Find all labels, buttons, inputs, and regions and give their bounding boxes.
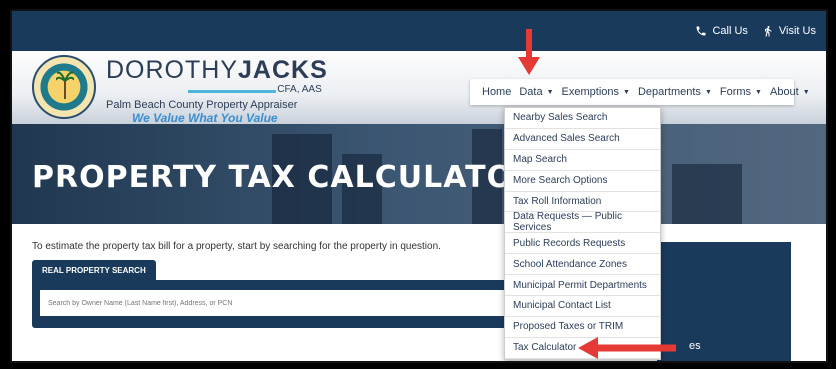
data-dropdown-menu: Nearby Sales Search Advanced Sales Searc… bbox=[504, 107, 661, 360]
menu-item-proposed-taxes-trim[interactable]: Proposed Taxes or TRIM bbox=[505, 317, 660, 338]
caret-down-icon: ▼ bbox=[546, 88, 554, 96]
intro-text: To estimate the property tax bill for a … bbox=[32, 241, 441, 252]
appraiser-name: DOROTHYJACKS bbox=[106, 56, 328, 84]
menu-item-tax-roll-information[interactable]: Tax Roll Information bbox=[505, 192, 660, 213]
brand-subtitle: Palm Beach County Property Appraiser bbox=[106, 99, 298, 111]
call-us-link[interactable]: Call Us bbox=[695, 25, 748, 37]
menu-item-school-attendance-zones[interactable]: School Attendance Zones bbox=[505, 254, 660, 276]
nav-item-exemptions[interactable]: Exemptions ▼ bbox=[562, 86, 630, 98]
credentials: CFA, AAS bbox=[277, 84, 322, 95]
site-header: DOROTHYJACKS CFA, AAS Palm Beach County … bbox=[12, 51, 826, 125]
top-bar: Call Us Visit Us bbox=[12, 11, 826, 51]
building-silhouette bbox=[672, 164, 742, 224]
menu-item-public-records-requests[interactable]: Public Records Requests bbox=[505, 233, 660, 255]
menu-item-advanced-sales-search[interactable]: Advanced Sales Search bbox=[505, 129, 660, 150]
side-panel-text: es bbox=[689, 340, 701, 352]
nav-item-data[interactable]: Data ▼ bbox=[519, 86, 553, 98]
walking-person-icon bbox=[764, 26, 772, 37]
county-seal-logo[interactable] bbox=[32, 55, 96, 119]
nav-item-forms[interactable]: Forms ▼ bbox=[720, 86, 762, 98]
menu-item-municipal-permit-departments[interactable]: Municipal Permit Departments bbox=[505, 275, 660, 297]
visit-us-link[interactable]: Visit Us bbox=[762, 25, 816, 37]
menu-item-data-requests[interactable]: Data Requests — Public Services bbox=[505, 211, 660, 233]
caret-down-icon: ▼ bbox=[623, 88, 630, 96]
menu-item-municipal-contact-list[interactable]: Municipal Contact List bbox=[505, 296, 660, 317]
caret-down-icon: ▼ bbox=[704, 88, 712, 96]
search-panel bbox=[32, 280, 532, 328]
phone-icon bbox=[696, 26, 706, 36]
visit-us-label: Visit Us bbox=[778, 25, 816, 37]
nav-item-departments[interactable]: Departments ▼ bbox=[638, 86, 712, 98]
brand-tagline: We Value What You Value bbox=[132, 111, 278, 125]
hero-banner: PROPERTY TAX CALCULATOR bbox=[12, 124, 826, 224]
menu-item-tax-calculator[interactable]: Tax Calculator bbox=[505, 338, 660, 359]
caret-down-icon: ▼ bbox=[802, 88, 810, 96]
main-nav: Home Data ▼ Exemptions ▼ Departments ▼ Form… bbox=[470, 79, 810, 105]
nav-item-home[interactable]: Home bbox=[482, 86, 511, 98]
tab-real-property-search[interactable]: REAL PROPERTY SEARCH bbox=[32, 260, 156, 280]
palm-tree-icon bbox=[56, 71, 74, 99]
nav-item-about[interactable]: About ▼ bbox=[770, 86, 810, 98]
side-panel: es bbox=[657, 242, 791, 361]
caret-down-icon: ▼ bbox=[755, 88, 762, 96]
brand-block: DOROTHYJACKS CFA, AAS Palm Beach County … bbox=[106, 57, 328, 125]
property-search-input[interactable] bbox=[40, 290, 524, 316]
brand-underline bbox=[188, 90, 276, 93]
browser-frame: Call Us Visit Us DOROTHYJACKS CFA, AAS P… bbox=[10, 9, 828, 363]
menu-item-map-search[interactable]: Map Search bbox=[505, 150, 660, 171]
menu-item-nearby-sales-search[interactable]: Nearby Sales Search bbox=[505, 108, 660, 129]
call-us-label: Call Us bbox=[712, 25, 748, 37]
menu-item-more-search-options[interactable]: More Search Options bbox=[505, 171, 660, 192]
page-title: PROPERTY TAX CALCULATOR bbox=[32, 160, 538, 195]
